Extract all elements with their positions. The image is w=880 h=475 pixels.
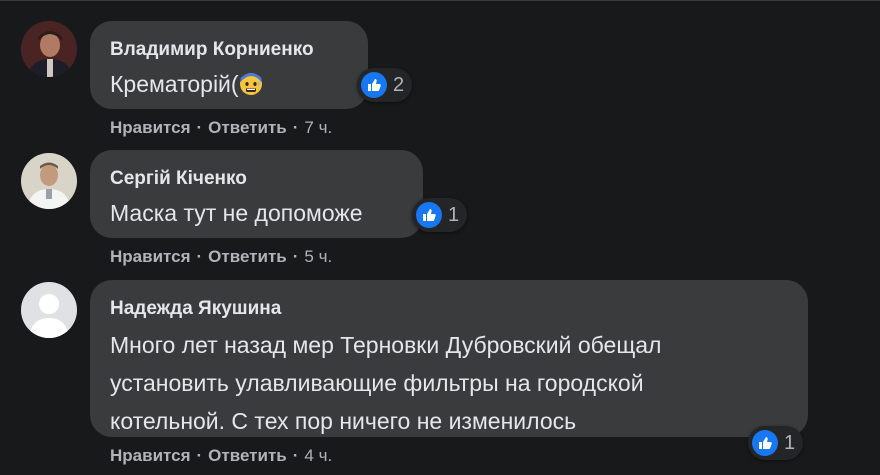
avatar[interactable]	[21, 282, 77, 338]
separator: ·	[196, 446, 203, 465]
comment-text: Крематорій(	[110, 67, 348, 101]
comment-author[interactable]: Надежда Якушина	[110, 298, 788, 320]
reactions-badge[interactable]: 1	[412, 198, 468, 232]
comment-bubble: Сергій Кіченко Маска тут не допоможе	[90, 150, 423, 238]
reply-button[interactable]: Ответить	[208, 247, 287, 267]
comment-text: Много лет назад мер Терновки Дубровский …	[110, 326, 788, 440]
comment-author[interactable]: Владимир Корниенко	[110, 39, 348, 61]
reactions-badge[interactable]: 1	[748, 426, 804, 460]
comment-timestamp[interactable]: 4 ч.	[304, 446, 332, 466]
reaction-count: 2	[393, 73, 405, 96]
reactions-badge[interactable]: 2	[357, 68, 413, 102]
like-button[interactable]: Нравится	[110, 118, 191, 138]
default-user-icon	[21, 282, 77, 338]
like-icon	[416, 202, 442, 228]
comment-text-line: Много лет назад мер Терновки Дубровский …	[110, 332, 662, 358]
anxious-sweat-face-emoji-icon	[239, 73, 262, 95]
reaction-count: 1	[448, 203, 460, 226]
like-icon	[361, 72, 387, 98]
separator: ·	[292, 118, 299, 137]
separator: ·	[292, 446, 299, 465]
like-button[interactable]: Нравится	[110, 247, 191, 267]
separator: ·	[196, 118, 203, 137]
comment-actions: Нравится · Ответить · 5 ч.	[110, 247, 332, 267]
comment-text-line: котельной. С тех пор ничего не изменилос…	[110, 408, 577, 434]
comment-bubble: Владимир Корниенко Крематорій(	[90, 21, 368, 109]
comment-text: Маска тут не допоможе	[110, 200, 363, 226]
comment-actions: Нравится · Ответить · 4 ч.	[110, 446, 332, 466]
separator: ·	[196, 247, 203, 266]
comment-actions: Нравится · Ответить · 7 ч.	[110, 118, 332, 138]
comment-text-content: Крематорій(	[110, 71, 239, 97]
avatar[interactable]	[21, 21, 77, 77]
like-button[interactable]: Нравится	[110, 446, 191, 466]
reply-button[interactable]: Ответить	[208, 118, 287, 138]
separator: ·	[292, 247, 299, 266]
comment-bubble: Надежда Якушина Много лет назад мер Терн…	[90, 280, 808, 437]
user-photo-icon	[21, 21, 77, 77]
reaction-count: 1	[784, 431, 796, 454]
user-photo-icon	[21, 153, 77, 209]
comment-timestamp[interactable]: 7 ч.	[304, 118, 332, 138]
divider	[0, 0, 880, 1]
reply-button[interactable]: Ответить	[208, 446, 287, 466]
avatar[interactable]	[21, 153, 77, 209]
comment-timestamp[interactable]: 5 ч.	[304, 247, 332, 267]
comment-text-line: установить улавливающие фильтры на город…	[110, 370, 644, 396]
like-icon	[752, 430, 778, 456]
comment-author[interactable]: Сергій Кіченко	[110, 168, 403, 190]
